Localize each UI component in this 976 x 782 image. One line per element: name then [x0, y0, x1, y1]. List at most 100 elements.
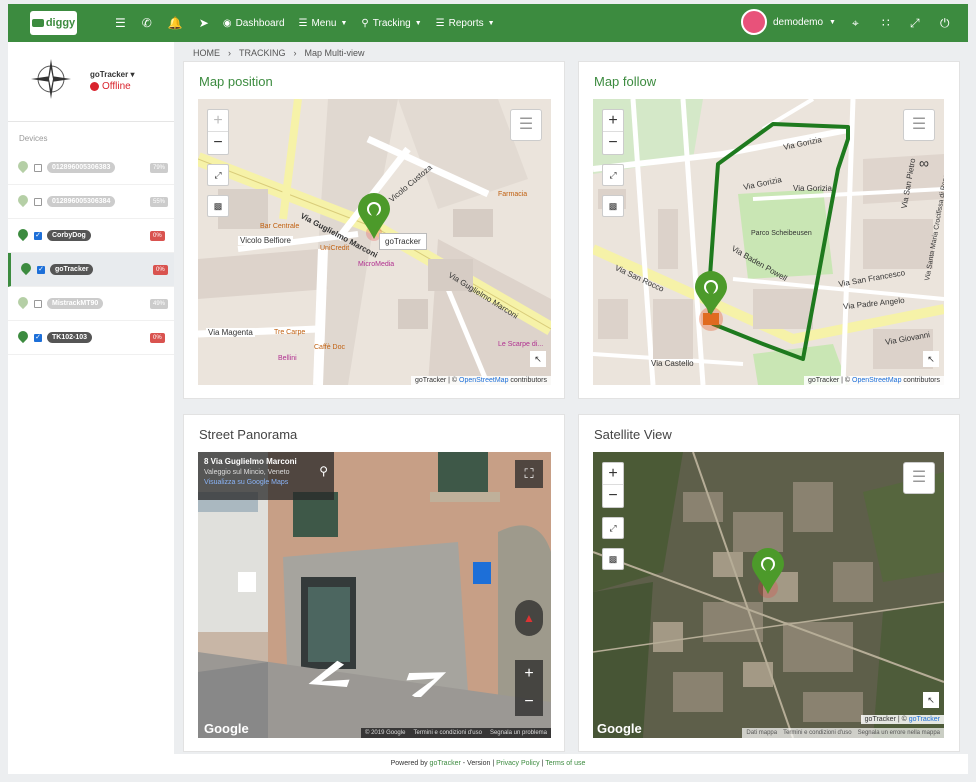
device-checkbox[interactable] — [34, 299, 42, 308]
device-row[interactable]: ✓ TK102-103 0% — [8, 321, 174, 355]
device-row[interactable]: 012896005306383 79% — [8, 151, 174, 185]
osm-link[interactable]: OpenStreetMap — [459, 377, 508, 384]
device-info: goTracker ▾ Offline — [8, 42, 174, 122]
zoom-control: + − — [207, 109, 229, 155]
compass-icon[interactable]: ▲ — [515, 600, 543, 636]
navigation-arrows[interactable] — [303, 657, 453, 697]
satellite-map[interactable]: + − ⤢ ▩ ☰ ↖ goTracker | © goTracker Googl… — [593, 452, 944, 738]
breadcrumb-tracking[interactable]: TRACKING — [239, 48, 286, 58]
google-maps-link[interactable]: Visualizza su Google Maps — [204, 479, 328, 486]
poi-label: UniCredit — [320, 245, 350, 252]
bell-icon[interactable]: 🔔 — [168, 16, 183, 30]
layers-button[interactable]: ☰ — [510, 109, 542, 141]
nav-menu[interactable]: ☰ Menu ▼ — [299, 18, 348, 29]
fit-bounds-button[interactable]: ⤢ — [207, 164, 229, 186]
device-checkbox[interactable] — [34, 163, 42, 172]
map-data-link[interactable]: Dati mappa — [746, 730, 777, 736]
poi-label: Caffè Doc — [314, 344, 345, 351]
reports-icon: ☰ — [435, 17, 445, 29]
google-logo: Google — [597, 721, 642, 736]
terms-link[interactable]: Termini e condizioni d'uso — [413, 730, 482, 736]
privacy-policy-link[interactable]: Privacy Policy — [496, 760, 540, 767]
nav-dashboard-label: Dashboard — [235, 17, 285, 29]
panorama-address: 8 Via Guglielmo Marconi — [204, 457, 297, 466]
zoom-in-button[interactable]: + — [208, 110, 228, 132]
phone-icon[interactable]: ✆ — [142, 16, 152, 30]
version-text: - Version — [462, 760, 491, 767]
device-row[interactable]: MistrackMT90 49% — [8, 287, 174, 321]
zoom-out-button[interactable]: − — [208, 132, 228, 154]
zoom-control: + − — [602, 462, 624, 508]
device-checkbox[interactable] — [34, 197, 42, 206]
logo-text: diggy — [45, 17, 76, 29]
report-link[interactable]: Segnala un errore nella mappa — [858, 730, 940, 736]
zoom-in-button[interactable]: + — [603, 110, 623, 132]
zoom-out-button[interactable]: − — [515, 688, 543, 716]
layers-button[interactable]: ☰ — [903, 462, 935, 494]
device-row[interactable]: ✓ goTracker 0% — [8, 253, 174, 287]
attrib-text: goTracker | © — [414, 377, 458, 384]
expand-icon[interactable]: ↖ — [923, 351, 939, 367]
nav-dashboard[interactable]: ◉ Dashboard — [223, 18, 285, 29]
route-icon[interactable]: ∞ — [913, 153, 935, 175]
map-position-map[interactable]: Via Guglielmo Marconi Vicolo Custoza Vic… — [198, 99, 551, 385]
fullscreen-icon[interactable]: ⤢ — [910, 16, 920, 31]
user-menu[interactable]: demodemo ▼ — [741, 9, 836, 35]
nav-reports-label: Reports — [448, 17, 484, 29]
poi-label: Tre Carpe — [274, 329, 306, 336]
device-status: Offline — [90, 81, 131, 92]
device-row[interactable]: 012896005306384 55% — [8, 185, 174, 219]
device-name[interactable]: goTracker ▾ — [90, 70, 135, 79]
terms-link[interactable]: Termini e condizioni d'uso — [783, 730, 852, 736]
breadcrumb-separator-icon: › — [228, 48, 231, 58]
battery-badge: 55% — [150, 196, 169, 207]
device-row[interactable]: ✓ CorbyDog 0% — [8, 219, 174, 253]
layers-button[interactable]: ☰ — [903, 109, 935, 141]
map-attribution: goTracker | © OpenStreetMap contributors — [410, 376, 551, 385]
expand-icon[interactable]: ↖ — [923, 692, 939, 708]
brand-logo[interactable]: diggy — [30, 11, 77, 35]
offline-dot-icon — [90, 82, 99, 91]
ruler-button[interactable]: ▩ — [602, 548, 624, 570]
zoom-out-button[interactable]: − — [603, 485, 623, 507]
device-checkbox[interactable]: ✓ — [34, 231, 42, 240]
street-label: Via Magenta — [206, 328, 255, 337]
ruler-button[interactable]: ▩ — [602, 195, 624, 217]
zoom-out-button[interactable]: − — [603, 132, 623, 154]
power-icon[interactable]: ⏻ — [940, 16, 950, 31]
fullscreen-icon[interactable]: ⛶ — [515, 460, 543, 488]
device-checkbox[interactable]: ✓ — [37, 265, 45, 274]
brand-link[interactable]: goTracker — [430, 760, 461, 767]
menu-icon: ☰ — [298, 17, 308, 29]
street-view[interactable]: 8 Via Guglielmo Marconi Valeggio sul Min… — [198, 452, 551, 738]
marker-tooltip: goTracker — [379, 233, 427, 250]
nav-reports[interactable]: ☰ Reports ▼ — [436, 18, 495, 29]
zoom-in-button[interactable]: + — [603, 463, 623, 485]
report-link[interactable]: Segnala un problema — [490, 730, 547, 736]
breadcrumb-home[interactable]: HOME — [193, 48, 220, 58]
gotracker-link[interactable]: goTracker — [909, 716, 940, 723]
panorama-footer: © 2019 Google Termini e condizioni d'uso… — [360, 728, 551, 738]
osm-link[interactable]: OpenStreetMap — [852, 377, 901, 384]
fit-bounds-button[interactable]: ⤢ — [602, 164, 624, 186]
chevron-down-icon: ▼ — [487, 19, 495, 27]
battery-badge: 0% — [153, 264, 168, 275]
device-checkbox[interactable]: ✓ — [34, 333, 42, 342]
battery-badge: 79% — [150, 162, 169, 173]
ruler-button[interactable]: ▩ — [207, 195, 229, 217]
fit-bounds-button[interactable]: ⤢ — [602, 517, 624, 539]
chevron-down-icon: ▼ — [829, 18, 836, 26]
paper-plane-icon[interactable]: ➤ — [199, 16, 209, 30]
hamburger-icon[interactable]: ☰ — [115, 16, 126, 30]
expand-icon[interactable]: ↖ — [530, 351, 546, 367]
battery-badge: 49% — [150, 298, 169, 309]
device-label: 012896005306384 — [47, 196, 116, 207]
nav-tracking[interactable]: ⚲ Tracking ▼ — [361, 18, 421, 29]
map-follow-map[interactable]: Via Gorizia Via Gorizia Via Gorizia Parc… — [593, 99, 944, 385]
terms-of-use-link[interactable]: Terms of use — [545, 760, 585, 767]
crosshair-icon[interactable]: ⌖ — [852, 16, 859, 31]
grid-icon[interactable]: ∷ — [882, 16, 890, 30]
tracker-marker-icon[interactable] — [693, 271, 729, 333]
tracker-marker-icon[interactable] — [750, 548, 786, 598]
zoom-in-button[interactable]: + — [515, 660, 543, 688]
